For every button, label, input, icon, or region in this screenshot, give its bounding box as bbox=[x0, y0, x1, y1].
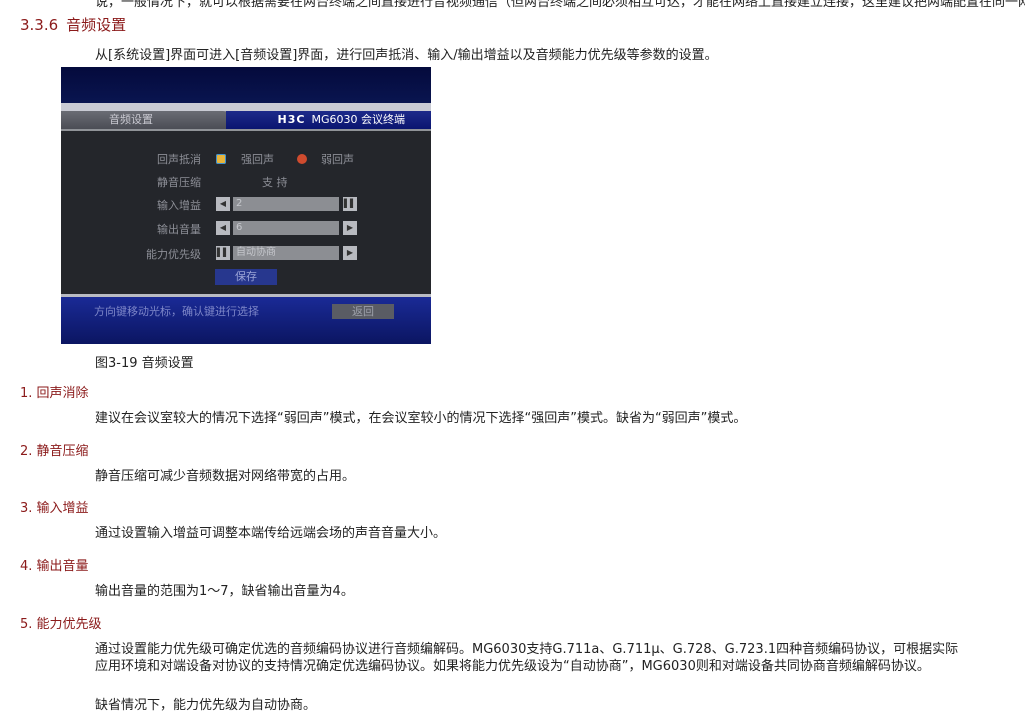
weak-echo-radio[interactable] bbox=[297, 154, 307, 164]
weak-echo-label: 弱回声 bbox=[321, 153, 354, 166]
priority-right-arrow-icon[interactable]: ▶ bbox=[343, 246, 357, 260]
output-volume-right-arrow-icon[interactable]: ▶ bbox=[343, 221, 357, 235]
section-heading: 3.3.6 音频设置 bbox=[20, 14, 126, 35]
item-body-silence: 静音压缩可减少音频数据对网络带宽的占用。 bbox=[95, 469, 356, 484]
input-gain-pause-icon[interactable]: ▌▌ bbox=[343, 197, 357, 211]
output-volume-left-arrow-icon[interactable]: ◀ bbox=[216, 221, 230, 235]
input-gain-field[interactable]: 2 bbox=[233, 197, 339, 211]
screen-brand: H3C MG6030 会议终端 bbox=[226, 111, 431, 129]
section-title: 音频设置 bbox=[66, 16, 127, 34]
brand-model: MG6030 会议终端 bbox=[311, 113, 405, 126]
priority-field[interactable]: 自动协商 bbox=[233, 246, 339, 260]
item-body-input-gain: 通过设置输入增益可调整本端传给远端会场的声音音量大小。 bbox=[95, 526, 447, 541]
item-body-priority-default: 缺省情况下，能力优先级为自动协商。 bbox=[95, 698, 317, 713]
screen-footer: 方向键移动光标，确认键进行选择 返回 bbox=[61, 294, 431, 344]
output-volume-field[interactable]: 6 bbox=[233, 221, 339, 235]
item-heading-input-gain: 3. 输入增益 bbox=[20, 501, 89, 516]
footer-hint: 方向键移动光标，确认键进行选择 bbox=[94, 305, 259, 318]
echo-label: 回声抵消 bbox=[157, 153, 201, 166]
save-button[interactable]: 保存 bbox=[215, 269, 277, 285]
input-gain-left-arrow-icon[interactable]: ◀ bbox=[216, 197, 230, 211]
figure-caption: 图3-19 音频设置 bbox=[95, 356, 194, 371]
item-body-echo: 建议在会议室较大的情况下选择“弱回声”模式，在会议室较小的情况下选择“强回声”模… bbox=[95, 411, 747, 426]
priority-label: 能力优先级 bbox=[146, 248, 201, 261]
item-heading-priority: 5. 能力优先级 bbox=[20, 617, 102, 632]
screen-top-band bbox=[61, 67, 431, 107]
audio-settings-screenshot: 音频设置 H3C MG6030 会议终端 回声抵消 强回声 弱回声 静音压缩 支 … bbox=[61, 67, 431, 344]
screen-header: 音频设置 H3C MG6030 会议终端 bbox=[61, 107, 431, 129]
strong-echo-radio[interactable] bbox=[216, 154, 226, 164]
strong-echo-label: 强回声 bbox=[241, 153, 274, 166]
back-button[interactable]: 返回 bbox=[332, 304, 394, 319]
item-heading-output-volume: 4. 输出音量 bbox=[20, 559, 89, 574]
previous-paragraph-fragment: 说，一般情况下，就可以根据需要在两台终端之间直接进行音视频通信（但两台终端之间必… bbox=[95, 0, 1025, 10]
section-number: 3.3.6 bbox=[20, 16, 59, 34]
screen-settings-panel: 回声抵消 强回声 弱回声 静音压缩 支 持 输入增益 ◀ 2 ▌▌ 输出音量 ◀… bbox=[61, 129, 431, 296]
item-body-output-volume: 输出音量的范围为1～7，缺省输出音量为4。 bbox=[95, 584, 354, 599]
silence-label: 静音压缩 bbox=[157, 176, 201, 189]
output-volume-label: 输出音量 bbox=[157, 223, 201, 236]
item-heading-silence: 2. 静音压缩 bbox=[20, 444, 89, 459]
intro-paragraph: 从[系统设置]界面可进入[音频设置]界面，进行回声抵消、输入/输出增益以及音频能… bbox=[95, 48, 718, 63]
item-heading-echo: 1. 回声消除 bbox=[20, 386, 89, 401]
priority-pause-icon[interactable]: ▌▌ bbox=[216, 246, 230, 260]
screen-tab-title: 音频设置 bbox=[61, 111, 241, 129]
input-gain-label: 输入增益 bbox=[157, 199, 201, 212]
item-body-priority: 通过设置能力优先级可确定优选的音频编码协议进行音频编解码。MG6030支持G.7… bbox=[95, 642, 959, 674]
silence-value: 支 持 bbox=[262, 176, 288, 189]
brand-logo: H3C bbox=[277, 113, 306, 126]
